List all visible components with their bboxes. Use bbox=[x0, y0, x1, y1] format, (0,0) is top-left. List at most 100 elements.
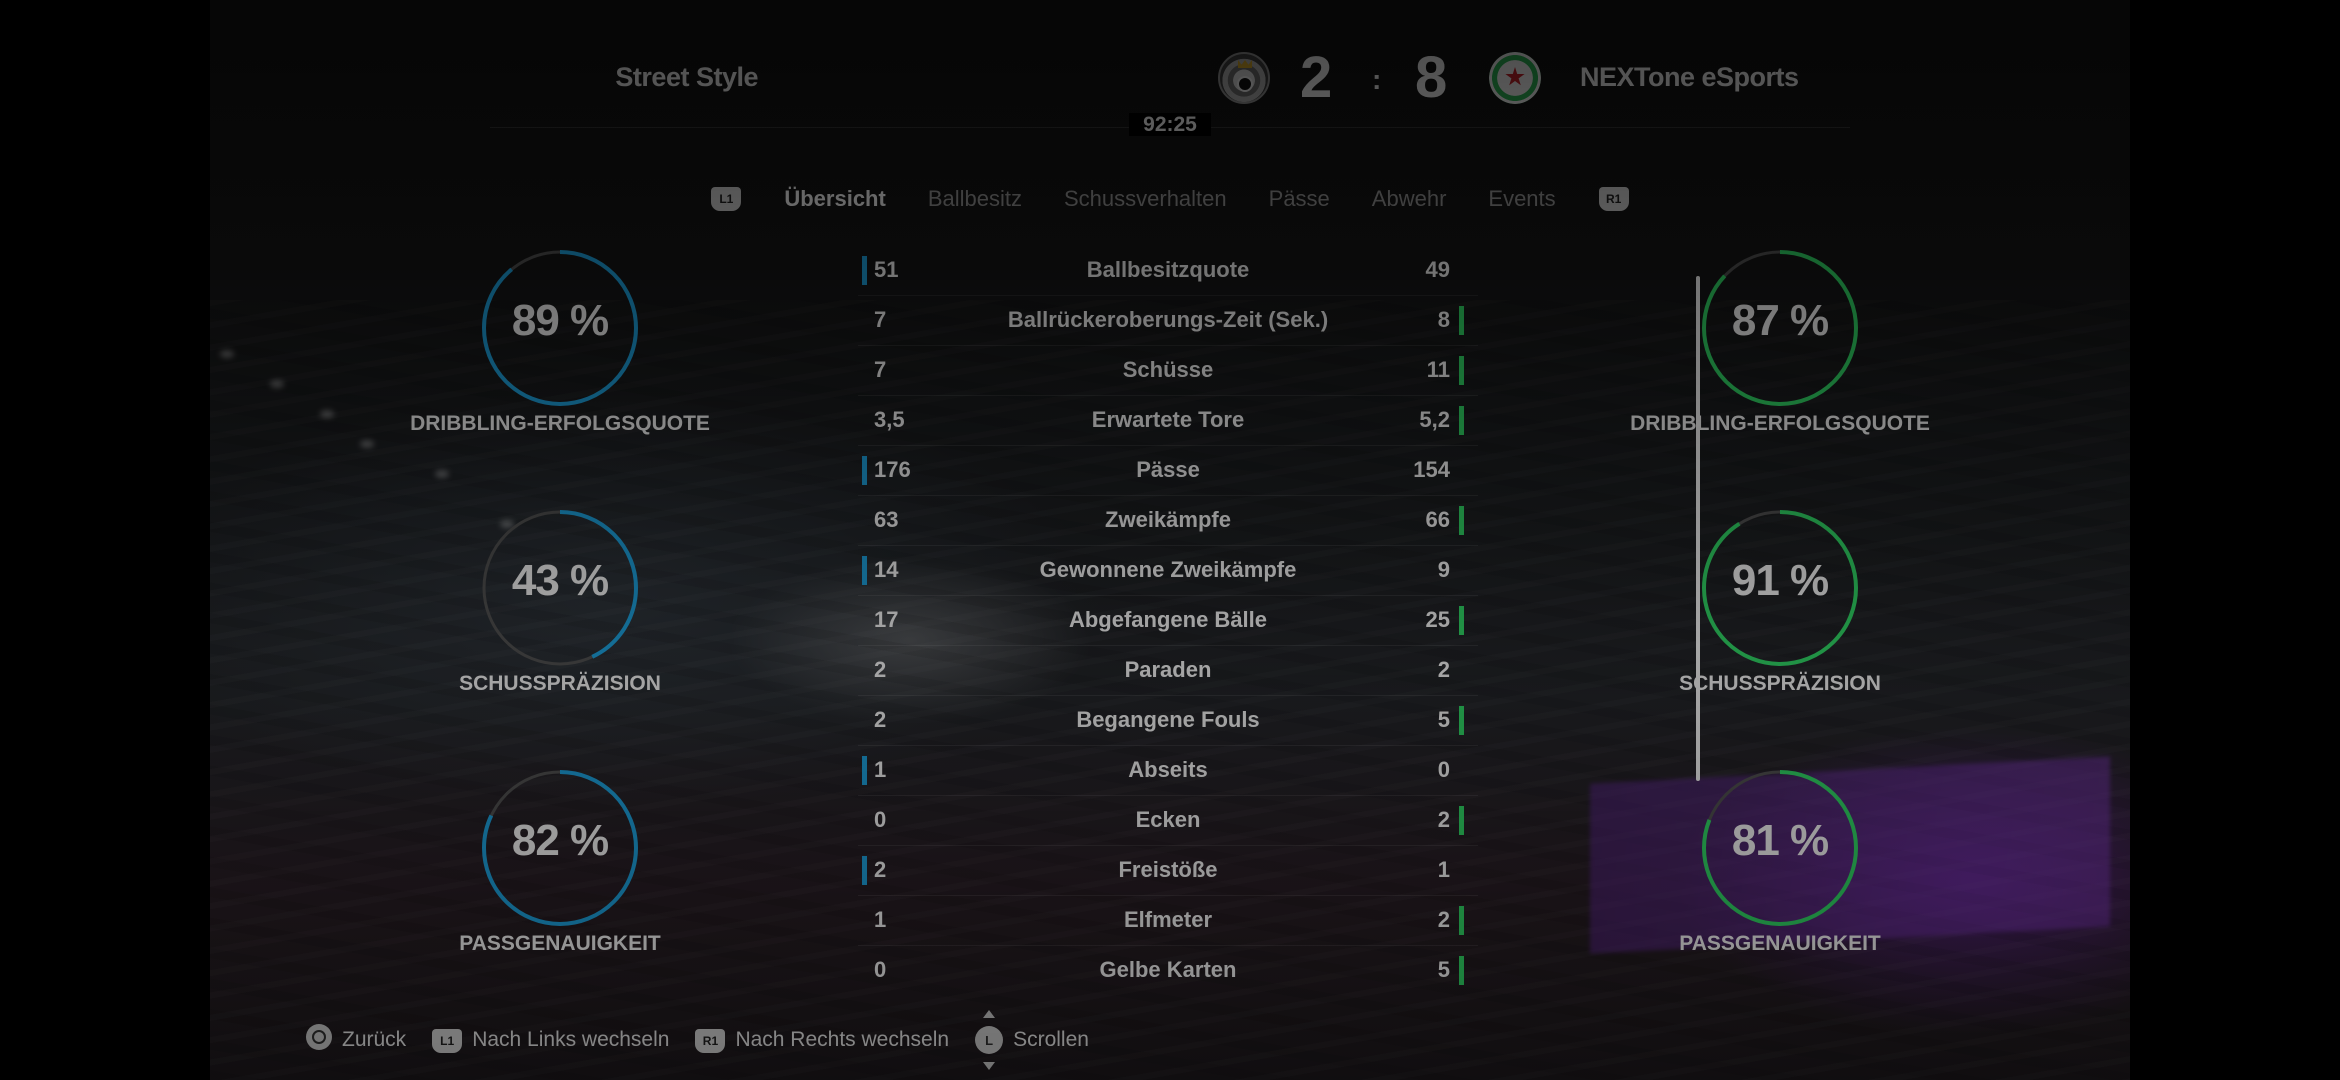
tab-abwehr[interactable]: Abwehr bbox=[1372, 186, 1447, 212]
away-stat-value: 25 bbox=[1425, 607, 1450, 632]
gauge-value: 91 % bbox=[1731, 556, 1829, 605]
crown-icon bbox=[1238, 60, 1252, 68]
back-hint[interactable]: Zurück bbox=[306, 1024, 406, 1056]
tab-events[interactable]: Events bbox=[1488, 186, 1555, 212]
stats-table[interactable]: 51 Ballbesitzquote 49 7 Ballrückeroberun… bbox=[858, 246, 1478, 995]
away-stat-value: 2 bbox=[1437, 657, 1450, 682]
switch-left-hint[interactable]: L1 Nach Links wechseln bbox=[432, 1027, 669, 1053]
home-stat-value: 2 bbox=[874, 707, 887, 732]
floodlight bbox=[360, 440, 374, 448]
stats-scrollbar[interactable] bbox=[1696, 276, 1700, 781]
button-hints: Zurück L1 Nach Links wechseln R1 Nach Re… bbox=[306, 1010, 1115, 1070]
gauge-value: 87 % bbox=[1731, 296, 1829, 345]
gauge-label: SCHUSSPRÄZISION bbox=[1679, 672, 1881, 695]
home-stat-value: 17 bbox=[874, 607, 899, 632]
stat-row-ballbesitzquote: 51 Ballbesitzquote 49 bbox=[858, 246, 1478, 296]
away-stat-value: 2 bbox=[1437, 807, 1450, 832]
home-stat-value: 51 bbox=[874, 257, 899, 282]
gauge-label: SCHUSSPRÄZISION bbox=[459, 672, 661, 695]
stat-row-abgefangene-baelle: 17 Abgefangene Bälle 25 bbox=[858, 596, 1478, 646]
stat-name: Elfmeter bbox=[1123, 907, 1213, 932]
away-gauge-dribbling: 87 % DRIBBLING-ERFOLGSQUOTE bbox=[1600, 248, 1960, 448]
home-team-crest-icon bbox=[1218, 52, 1270, 104]
stat-name: Gewonnene Zweikämpfe bbox=[1039, 557, 1297, 582]
gauge-ring bbox=[1702, 770, 1858, 926]
home-stat-value: 1 bbox=[874, 907, 887, 932]
stat-name: Gelbe Karten bbox=[1099, 957, 1237, 982]
away-stat-value: 1 bbox=[1437, 857, 1450, 882]
stat-row-paesse: 176 Pässe 154 bbox=[858, 446, 1478, 496]
score-separator: : bbox=[1372, 64, 1382, 95]
home-stat-value: 0 bbox=[874, 957, 887, 982]
floodlight bbox=[435, 470, 449, 478]
l1-button-icon[interactable]: L1 bbox=[711, 187, 742, 211]
switch-left-label: Nach Links wechseln bbox=[472, 1028, 670, 1051]
away-stat-value: 8 bbox=[1437, 307, 1450, 332]
tab-paesse[interactable]: Pässe bbox=[1269, 186, 1330, 212]
gauge-value: 81 % bbox=[1731, 816, 1829, 865]
stat-name: Abseits bbox=[1128, 757, 1208, 782]
away-stat-value: 49 bbox=[1425, 257, 1450, 282]
stat-row-elfmeter: 1 Elfmeter 2 bbox=[858, 896, 1478, 946]
stat-row-erwartete-tore: 3,5 Erwartete Tore 5,2 bbox=[858, 396, 1478, 446]
match-clock: 92:25 bbox=[210, 113, 2130, 137]
away-team-crest-icon bbox=[1489, 52, 1541, 104]
home-stat-value: 2 bbox=[874, 857, 887, 882]
home-score: 2 bbox=[1300, 45, 1333, 110]
tab-ballbesitz[interactable]: Ballbesitz bbox=[928, 186, 1022, 212]
stat-row-freistoesse: 2 Freistöße 1 bbox=[858, 846, 1478, 896]
gauge-ring bbox=[1702, 510, 1858, 666]
gauge-ring bbox=[1702, 250, 1858, 406]
gauge-value: 43 % bbox=[511, 556, 609, 605]
stat-name: Zweikämpfe bbox=[1105, 507, 1231, 532]
stat-name: Freistöße bbox=[1118, 857, 1218, 882]
floodlight bbox=[320, 410, 334, 418]
home-stat-value: 0 bbox=[874, 807, 887, 832]
away-stat-value: 5 bbox=[1437, 957, 1450, 982]
gauge-label: DRIBBLING-ERFOLGSQUOTE bbox=[410, 412, 710, 435]
away-leader-bar bbox=[1459, 606, 1464, 635]
stat-name: Paraden bbox=[1124, 657, 1212, 682]
l1-button-icon: L1 bbox=[432, 1029, 463, 1053]
stat-row-gewonnene-zweikaempfe: 14 Gewonnene Zweikämpfe 9 bbox=[858, 546, 1478, 596]
away-stat-value: 0 bbox=[1437, 757, 1450, 782]
floodlight bbox=[270, 380, 284, 388]
home-stat-value: 176 bbox=[874, 457, 911, 482]
match-clock-text: 92:25 bbox=[1129, 113, 1211, 136]
floodlight bbox=[220, 350, 234, 358]
switch-right-label: Nach Rechts wechseln bbox=[735, 1028, 950, 1051]
stat-row-ecken: 0 Ecken 2 bbox=[858, 796, 1478, 846]
tab-schussverhalten[interactable]: Schussverhalten bbox=[1064, 186, 1227, 212]
stat-row-ballrueckeroberung: 7 Ballrückeroberungs-Zeit (Sek.) 8 bbox=[858, 296, 1478, 346]
back-label: Zurück bbox=[342, 1028, 407, 1051]
stats-tab-bar: L1 Übersicht Ballbesitz Schussverhalten … bbox=[210, 181, 2130, 217]
away-leader-bar bbox=[1459, 356, 1464, 385]
r1-button-icon[interactable]: R1 bbox=[1598, 187, 1629, 211]
stat-name: Abgefangene Bälle bbox=[1068, 607, 1268, 632]
switch-right-hint[interactable]: R1 Nach Rechts wechseln bbox=[695, 1027, 949, 1053]
stat-name: Erwartete Tore bbox=[1091, 407, 1245, 432]
gauge-ring bbox=[482, 510, 638, 666]
stadium-scoreboard-banner bbox=[1590, 756, 2110, 954]
home-leader-bar bbox=[862, 856, 867, 885]
away-gauge-shot-accuracy: 91 % SCHUSSPRÄZISION bbox=[1600, 508, 1960, 708]
left-stick-icon: L bbox=[975, 1010, 1004, 1070]
scroll-hint[interactable]: L Scrollen bbox=[975, 1010, 1089, 1070]
away-leader-bar bbox=[1459, 806, 1464, 835]
header-divider bbox=[490, 127, 1850, 128]
stat-name: Pässe bbox=[1136, 457, 1200, 482]
away-team-name: NEXTone eSports bbox=[1580, 62, 1799, 92]
stat-name: Ballrückeroberungs-Zeit (Sek.) bbox=[1007, 307, 1329, 332]
gauge-label: DRIBBLING-ERFOLGSQUOTE bbox=[1630, 412, 1930, 435]
home-gauge-pass-accuracy: 82 % PASSGENAUIGKEIT bbox=[380, 768, 740, 968]
away-leader-bar bbox=[1459, 706, 1464, 735]
away-leader-bar bbox=[1459, 906, 1464, 935]
gauge-ring bbox=[482, 250, 638, 406]
tab-uebersicht[interactable]: Übersicht bbox=[784, 186, 885, 212]
away-leader-bar bbox=[1459, 506, 1464, 535]
home-gauge-shot-accuracy: 43 % SCHUSSPRÄZISION bbox=[380, 508, 740, 708]
home-team-name: Street Style bbox=[615, 62, 758, 92]
away-stat-value: 9 bbox=[1437, 557, 1450, 582]
arrow-down-icon bbox=[983, 1062, 996, 1070]
home-stat-value: 7 bbox=[874, 357, 887, 382]
